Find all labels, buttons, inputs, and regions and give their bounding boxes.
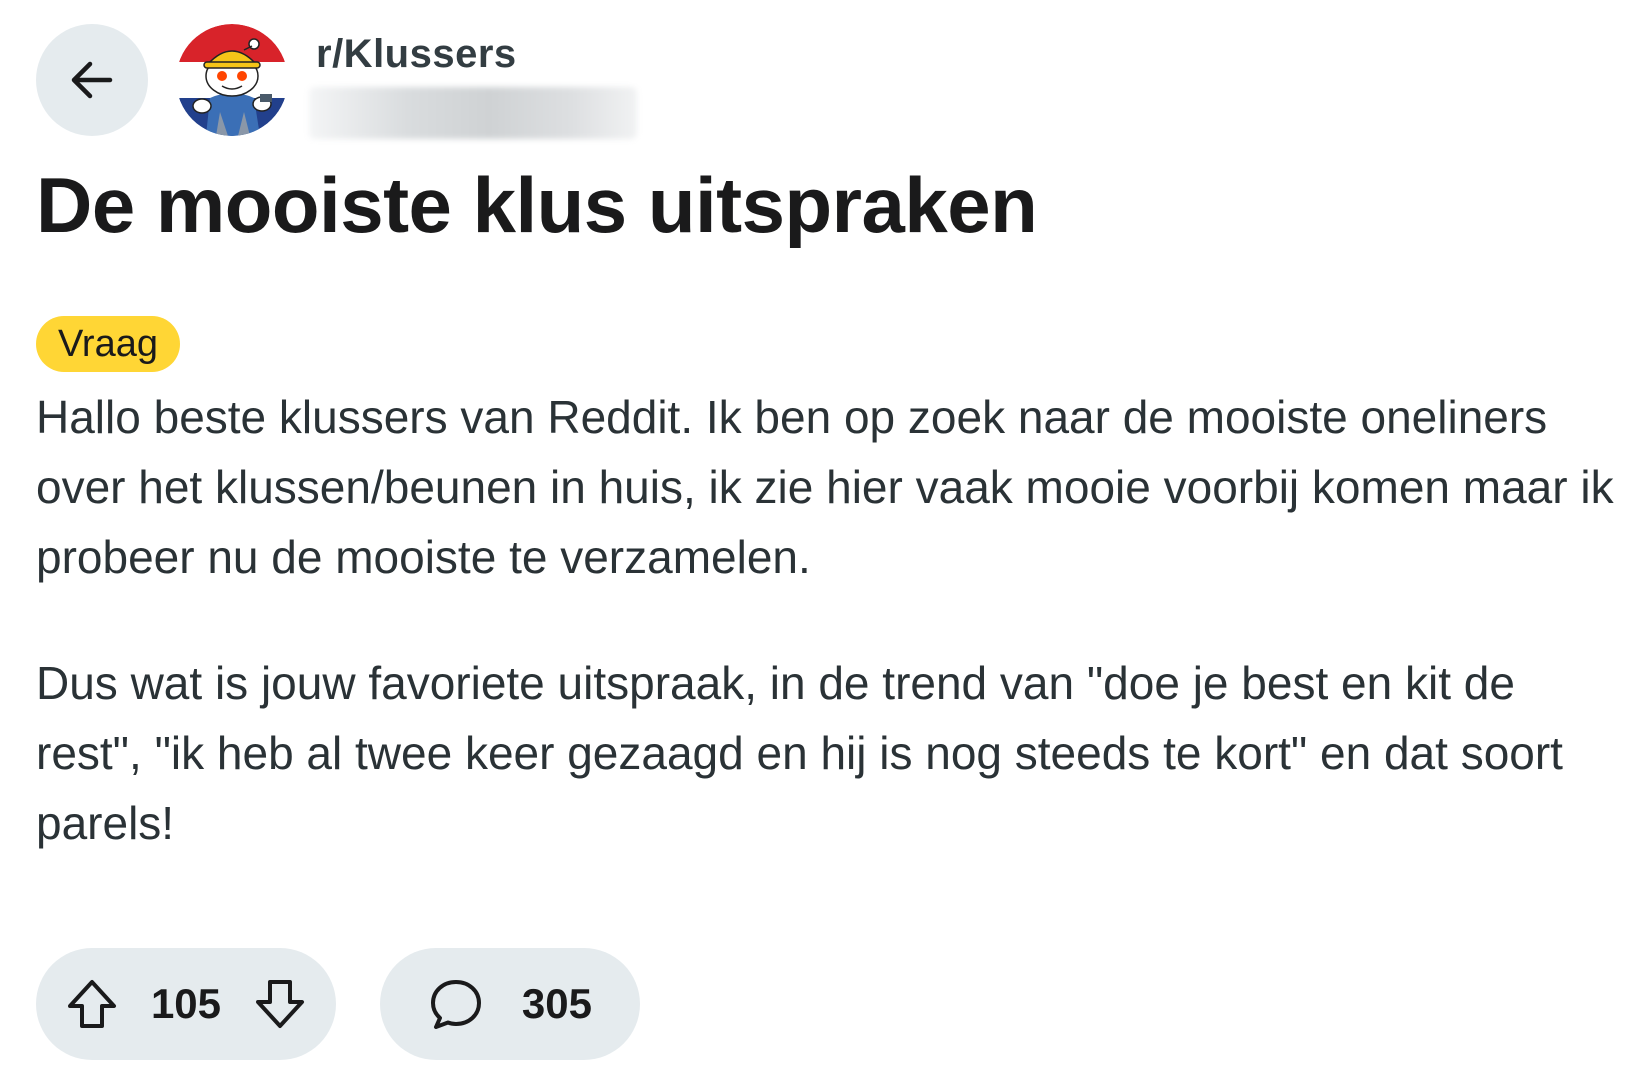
subreddit-name[interactable]: r/Klussers bbox=[316, 32, 517, 77]
post-actions-bar: 105 305 bbox=[36, 948, 640, 1060]
subreddit-avatar[interactable] bbox=[176, 24, 288, 136]
comment-bubble-icon bbox=[431, 980, 481, 1029]
snoo-construction-worker-avatar-icon bbox=[176, 24, 288, 136]
post-flair-badge[interactable]: Vraag bbox=[36, 316, 180, 372]
post-header: r/Klussers bbox=[36, 24, 637, 139]
post-body-paragraph: Hallo beste klussers van Reddit. Ik ben … bbox=[36, 391, 1614, 583]
post-body-paragraph: Dus wat is jouw favoriete uitspraak, in … bbox=[36, 657, 1563, 849]
comment-count: 305 bbox=[521, 980, 592, 1027]
post-body: Hallo beste klussers van Reddit. Ik ben … bbox=[36, 382, 1626, 914]
upvote-button[interactable] bbox=[64, 976, 120, 1032]
back-button[interactable] bbox=[36, 24, 148, 136]
vote-control: 105 bbox=[36, 948, 336, 1060]
arrow-left-icon bbox=[71, 61, 113, 99]
comments-button[interactable]: 305 bbox=[380, 948, 640, 1060]
downvote-button[interactable] bbox=[252, 976, 308, 1032]
post-title: De mooiste klus uitspraken bbox=[36, 161, 1038, 249]
blurred-post-meta bbox=[309, 87, 637, 139]
upvote-arrow-icon bbox=[68, 980, 116, 1028]
downvote-arrow-icon bbox=[255, 980, 304, 1028]
vote-score: 105 bbox=[150, 980, 222, 1027]
